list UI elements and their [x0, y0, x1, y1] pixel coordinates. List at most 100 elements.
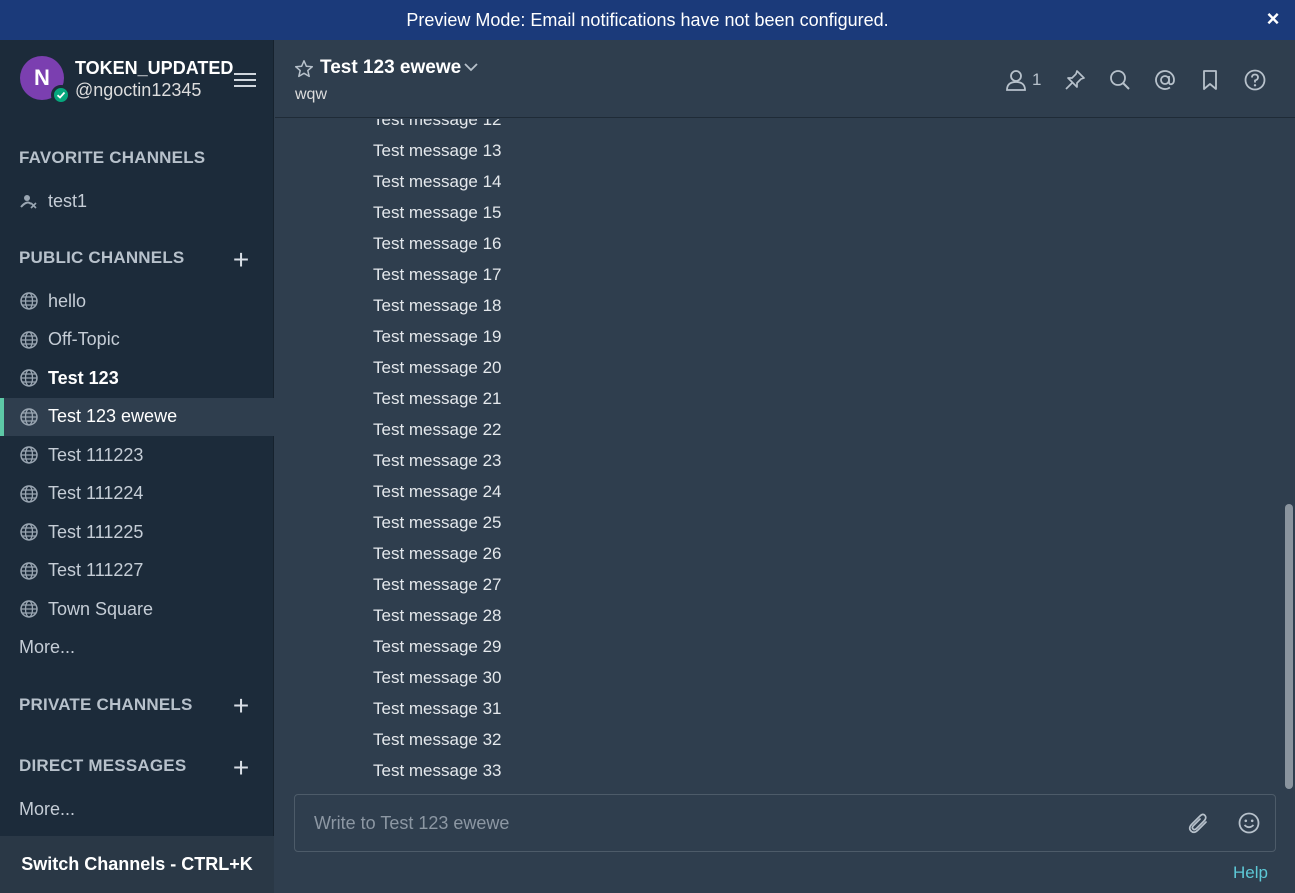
message-text: Test message 21 — [373, 389, 502, 408]
sidebar-item-off-topic[interactable]: Off-Topic — [0, 321, 274, 359]
sidebar-item-label: Test 111223 — [48, 444, 144, 465]
globe-icon — [20, 292, 38, 310]
message-text: Test message 33 — [373, 761, 502, 780]
message-text: Test message 13 — [373, 141, 502, 160]
close-banner-icon[interactable]: × — [1263, 8, 1283, 30]
add-public-channel-button[interactable]: + — [230, 246, 252, 274]
sidebar-item-test-111225[interactable]: Test 111225 — [0, 513, 274, 551]
message-composer — [294, 794, 1276, 852]
message-text: Test message 32 — [373, 730, 502, 749]
sidebar: N TOKEN_UPDATED @ngoctin12345 FAVORITE C… — [0, 40, 274, 893]
switch-channels-button[interactable]: Switch Channels - CTRL+K — [0, 836, 274, 893]
globe-icon — [20, 523, 38, 541]
sidebar-item-label: Test 111225 — [48, 521, 144, 542]
pinned-messages-button[interactable] — [1064, 68, 1086, 92]
main-panel: Test 123 ewewe wqw 1 Test message 12 Tes… — [275, 40, 1295, 893]
search-button[interactable] — [1109, 68, 1131, 92]
help-link[interactable]: Help — [1233, 863, 1268, 883]
channel-header: Test 123 ewewe wqw 1 — [275, 40, 1295, 118]
emoji-icon[interactable] — [1237, 811, 1261, 835]
star-icon[interactable] — [294, 59, 314, 79]
message-text: Test message 29 — [373, 637, 502, 656]
sidebar-item-label: Test 111224 — [48, 483, 144, 503]
message-text: Test message 31 — [373, 699, 502, 718]
add-private-channel-button[interactable]: + — [230, 692, 252, 720]
preview-mode-banner: Preview Mode: Email notifications have n… — [0, 0, 1295, 40]
globe-icon — [20, 407, 38, 426]
more-public-channels-link[interactable]: More... — [19, 637, 75, 658]
message-text: Test message 28 — [373, 606, 502, 625]
archived-user-icon — [20, 195, 37, 209]
public-channels-title: PUBLIC CHANNELS — [19, 248, 185, 267]
main-menu-icon[interactable] — [234, 73, 256, 89]
sidebar-item-test-111223[interactable]: Test 111223 — [0, 436, 274, 474]
sidebar-item-label: Test 111227 — [48, 560, 144, 580]
message-scrollbar[interactable] — [1285, 119, 1293, 789]
member-icon — [1006, 70, 1026, 91]
add-direct-message-button[interactable]: + — [230, 754, 252, 782]
message-text: Test message 22 — [373, 420, 502, 439]
private-channels-title: PRIVATE CHANNELS — [19, 695, 193, 714]
globe-icon — [20, 446, 38, 464]
message-text: Test message 24 — [373, 482, 502, 501]
message-text: Test message 12 — [373, 119, 502, 129]
attachment-icon[interactable] — [1186, 811, 1210, 835]
channel-name[interactable]: Test 123 ewewe — [320, 57, 461, 79]
message-text: Test message 26 — [373, 544, 502, 563]
member-count: 1 — [1032, 70, 1042, 89]
message-text: Test message 14 — [373, 172, 502, 191]
globe-icon — [20, 330, 38, 349]
message-text: Test message 17 — [373, 265, 502, 284]
message-text: Test message 15 — [373, 203, 502, 222]
more-direct-messages-link[interactable]: More... — [19, 799, 75, 820]
online-status-icon — [51, 85, 71, 105]
message-text: Test message 25 — [373, 513, 502, 532]
avatar-letter: N — [34, 65, 50, 90]
sidebar-item-hello[interactable]: hello — [0, 282, 274, 320]
help-button[interactable] — [1244, 68, 1266, 92]
globe-icon — [20, 561, 38, 580]
message-list[interactable]: Test message 12 Test message 13 Test messa… — [275, 119, 1285, 789]
message-input[interactable] — [295, 795, 1155, 851]
message-text: Test message 23 — [373, 451, 502, 470]
sidebar-item-test-111227[interactable]: Test 111227 — [0, 552, 274, 590]
question-icon — [1244, 69, 1266, 91]
sidebar-item-label: Off-Topic — [48, 329, 120, 349]
team-name: TOKEN_UPDATED — [75, 58, 234, 78]
chevron-down-icon[interactable] — [463, 59, 479, 75]
sidebar-item-town-square[interactable]: Town Square — [0, 590, 274, 628]
search-icon — [1110, 70, 1130, 90]
pin-icon — [1065, 70, 1085, 90]
sidebar-item-test-123[interactable]: Test 123 — [0, 359, 274, 397]
sidebar-item-label: hello — [48, 290, 87, 311]
message-text: Test message 27 — [373, 575, 502, 594]
channel-members-button[interactable]: 1 — [1005, 68, 1041, 92]
sidebar-item-test1[interactable]: test1 — [0, 182, 274, 220]
switch-channels-label: Switch Channels - CTRL+K — [21, 854, 253, 874]
recent-mentions-button[interactable] — [1154, 68, 1176, 92]
sidebar-item-label: Test 123 — [48, 367, 119, 388]
message-text: Test message 20 — [373, 358, 502, 377]
team-header: N TOKEN_UPDATED @ngoctin12345 — [0, 40, 274, 120]
sidebar-item-test-111224[interactable]: Test 111224 — [0, 475, 274, 513]
sidebar-item-test-123-ewewe[interactable]: Test 123 ewewe — [0, 397, 274, 436]
at-mention-icon — [1155, 70, 1175, 90]
scrollbar-thumb[interactable] — [1285, 504, 1293, 789]
message-text: Test message 30 — [373, 668, 502, 687]
sidebar-item-label: Test 123 ewewe — [48, 406, 178, 426]
message-text: Test message 19 — [373, 327, 502, 346]
sidebar-item-label: Town Square — [48, 598, 154, 619]
direct-messages-title: DIRECT MESSAGES — [19, 756, 187, 775]
channel-purpose: wqw — [295, 86, 328, 103]
username: @ngoctin12345 — [75, 80, 202, 100]
message-text: Test message 18 — [373, 296, 502, 315]
saved-messages-button[interactable] — [1199, 68, 1221, 92]
message-text: Test message 16 — [373, 234, 502, 253]
globe-icon — [20, 369, 38, 387]
banner-text: Preview Mode: Email notifications have n… — [406, 9, 889, 30]
favorite-channels-title: FAVORITE CHANNELS — [19, 148, 206, 167]
sidebar-item-label: test1 — [48, 190, 88, 211]
globe-icon — [20, 484, 38, 503]
bookmark-icon — [1203, 70, 1217, 90]
globe-icon — [20, 600, 38, 618]
